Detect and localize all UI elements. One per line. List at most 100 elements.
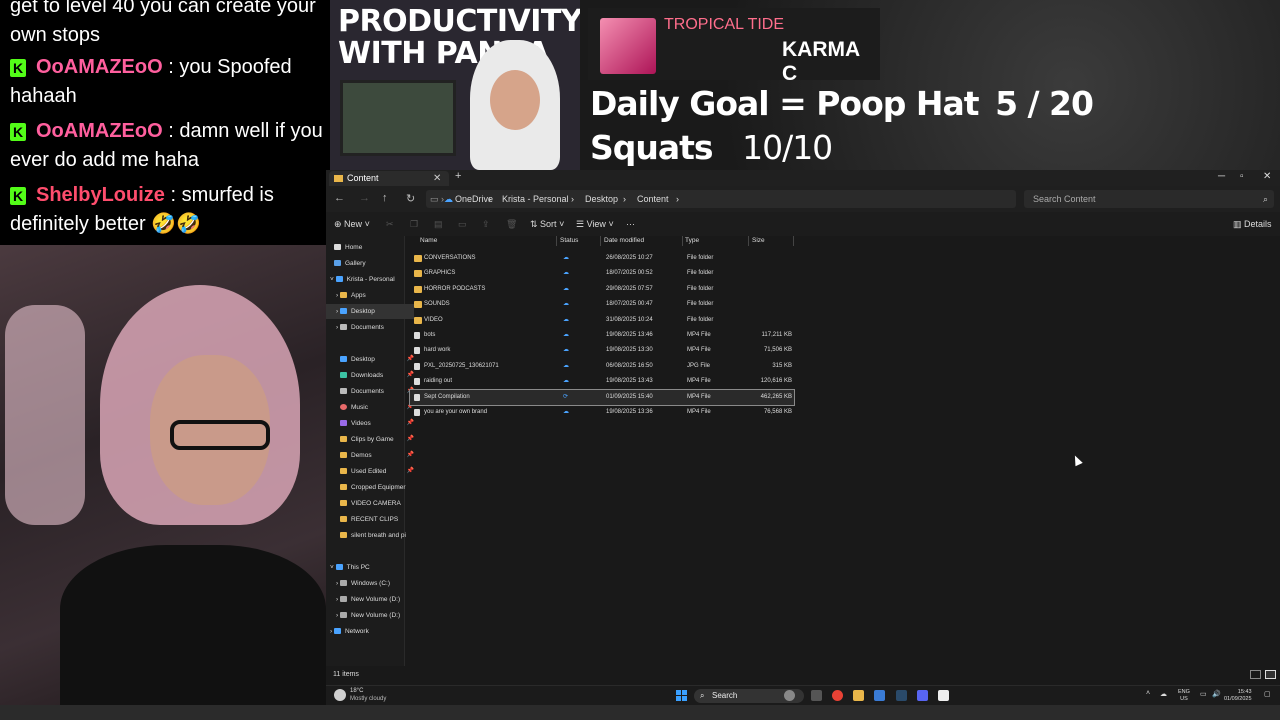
file-row[interactable]: CONVERSATIONS ☁ 26/08/2025 10:27 File folde…	[410, 251, 794, 266]
copilot-icon[interactable]	[784, 690, 795, 701]
file-row[interactable]: HORROR PODCASTS ☁ 29/08/2025 07:57 File fol…	[410, 282, 794, 297]
language-indicator[interactable]: ENG US	[1178, 689, 1190, 703]
cut-icon[interactable]: ✂	[386, 219, 394, 230]
file-icon	[414, 347, 420, 355]
quick-access-videos[interactable]: Videos 📌	[326, 416, 418, 431]
weather-description[interactable]: Mostly cloudy	[350, 696, 386, 702]
quick-access-desktop[interactable]: Desktop 📌	[326, 352, 418, 367]
file-row[interactable]: Sept Compilation ⟳ 01/09/2025 15:40 MP4 Fil…	[409, 388, 795, 406]
details-button[interactable]: ▥ Details	[1233, 219, 1272, 230]
discord-icon[interactable]	[917, 690, 928, 701]
sync-status-icon: ☁	[563, 301, 569, 308]
file-row[interactable]: raiding out ☁ 19/08/2025 13:43 MP4 File 120,…	[410, 374, 794, 389]
file-explorer-icon[interactable]	[853, 690, 864, 701]
system-clock[interactable]: 15:43 01/09/2025	[1224, 689, 1252, 703]
nav-desktop-onedrive[interactable]: › Desktop	[326, 304, 414, 319]
desktop-icon	[339, 308, 347, 315]
column-divider[interactable]	[748, 236, 749, 246]
file-row[interactable]: SOUNDS ☁ 18/07/2025 00:47 File folder	[410, 297, 794, 312]
file-row[interactable]: bots ☁ 19/08/2025 13:46 MP4 File 117,211 KB	[410, 328, 794, 343]
app-icon[interactable]	[874, 690, 885, 701]
breadcrumb-desktop[interactable]: Desktop	[585, 190, 618, 208]
nav-documents-onedrive[interactable]: › Documents	[326, 320, 414, 335]
nav-drive-d-2[interactable]: › New Volume (D:)	[326, 608, 414, 623]
nav-network[interactable]: › Network	[326, 624, 408, 639]
steam-icon[interactable]	[896, 690, 907, 701]
breadcrumb-krista[interactable]: Krista - Personal	[502, 190, 569, 208]
search-input[interactable]: Search Content ⌕	[1024, 190, 1274, 208]
quick-access-silent-breath[interactable]: silent breath and pi	[326, 528, 418, 543]
tiles-view-icon[interactable]	[1265, 670, 1276, 679]
close-window-icon[interactable]: ✕	[1263, 171, 1271, 182]
new-tab-icon[interactable]: +	[455, 170, 461, 182]
quick-access-downloads[interactable]: Downloads 📌	[326, 368, 418, 383]
quick-access-used-edited[interactable]: Used Edited 📌	[326, 464, 418, 479]
up-arrow-icon[interactable]: ↑	[382, 192, 388, 204]
new-button[interactable]: ⊕ New ˅	[334, 219, 370, 230]
details-view-icon[interactable]	[1250, 670, 1261, 679]
nav-apps[interactable]: › Apps	[326, 288, 414, 303]
back-arrow-icon[interactable]: ←	[334, 192, 345, 204]
quick-access-video-camera[interactable]: VIDEO CAMERA	[326, 496, 418, 511]
volume-icon[interactable]: 🔊	[1212, 690, 1221, 698]
view-button[interactable]: ☰ View ˅	[576, 219, 614, 230]
copy-icon[interactable]: ❐	[410, 219, 418, 230]
column-header-status[interactable]: Status	[560, 236, 578, 246]
column-divider[interactable]	[793, 236, 794, 246]
file-row[interactable]: you are your own brand ☁ 19/08/2025 13:36 M…	[410, 405, 794, 420]
weather-temperature[interactable]: 18°C	[350, 688, 363, 694]
monitor-illustration	[340, 80, 456, 156]
capcut-icon[interactable]	[938, 690, 949, 701]
nav-drive-d[interactable]: › New Volume (D:)	[326, 592, 414, 607]
onedrive-tray-icon[interactable]: ☁	[1160, 690, 1167, 698]
webcam-person-body	[60, 545, 326, 705]
maximize-icon[interactable]: ▫	[1240, 171, 1244, 182]
quick-access-cropped-equipment[interactable]: Cropped Equipmer	[326, 480, 418, 495]
file-row[interactable]: hard work ☁ 19/08/2025 13:30 MP4 File 71,506…	[410, 343, 794, 358]
close-tab-icon[interactable]: ✕	[433, 171, 441, 186]
chrome-icon[interactable]	[832, 690, 843, 701]
rename-icon[interactable]: ▭	[458, 219, 467, 230]
file-row[interactable]: VIDEO ☁ 31/08/2025 10:24 File folder	[410, 313, 794, 328]
column-header-date[interactable]: Date modified	[604, 236, 644, 246]
column-header-type[interactable]: Type	[685, 236, 699, 246]
folder-icon	[414, 301, 422, 309]
column-header-size[interactable]: Size	[752, 236, 765, 246]
nav-krista-personal[interactable]: ˅ Krista - Personal	[326, 272, 408, 287]
quick-access-demos[interactable]: Demos 📌	[326, 448, 418, 463]
breadcrumb-content[interactable]: Content	[637, 190, 669, 208]
address-bar[interactable]: ▭ › ☁ OneDrive › Krista - Personal › Des…	[426, 190, 1016, 208]
nav-home[interactable]: Home	[326, 240, 412, 255]
more-options-button[interactable]: ···	[626, 219, 635, 229]
file-row[interactable]: PXL_20250725_130621071 ☁ 06/08/2025 16:50 J…	[410, 359, 794, 374]
column-divider[interactable]	[600, 236, 601, 246]
quick-access-documents[interactable]: Documents📌	[326, 384, 418, 399]
drive-icon	[339, 580, 347, 587]
column-header-name[interactable]: Name	[420, 236, 437, 246]
task-view-icon[interactable]	[811, 690, 822, 701]
sort-button[interactable]: ⇅ Sort ˅	[530, 219, 564, 230]
minimize-icon[interactable]: ─	[1218, 171, 1225, 182]
nav-this-pc[interactable]: ˅ This PC	[326, 560, 408, 575]
documents-icon	[339, 324, 347, 331]
quick-access-recent-clips[interactable]: RECENT CLIPS	[326, 512, 418, 527]
nav-drive-c[interactable]: › Windows (C:)	[326, 576, 414, 591]
nav-gallery[interactable]: Gallery	[326, 256, 412, 271]
share-icon[interactable]: ⇪	[482, 219, 490, 230]
file-row[interactable]: GRAPHICS ☁ 18/07/2025 00:52 File folder	[410, 266, 794, 281]
tray-chevron-up-icon[interactable]: ˄	[1146, 690, 1150, 697]
weather-cloud-icon[interactable]	[334, 689, 346, 701]
quick-access-music[interactable]: Music 📌	[326, 400, 418, 415]
forward-arrow-icon[interactable]: →	[359, 192, 370, 204]
column-divider[interactable]	[682, 236, 683, 246]
windows-start-icon[interactable]	[676, 690, 687, 701]
notifications-icon[interactable]: ▢	[1264, 690, 1271, 698]
quick-access-clips-by-game[interactable]: Clips by Game 📌	[326, 432, 418, 447]
paste-icon[interactable]: ▤	[434, 219, 443, 230]
column-divider[interactable]	[556, 236, 557, 246]
tab-content[interactable]: Content ✕	[329, 171, 449, 186]
delete-icon[interactable]: 🗑	[506, 219, 517, 230]
search-icon[interactable]: ⌕	[1263, 190, 1268, 208]
network-tray-icon[interactable]: ▭	[1200, 690, 1207, 698]
refresh-icon[interactable]: ↻	[406, 192, 415, 205]
